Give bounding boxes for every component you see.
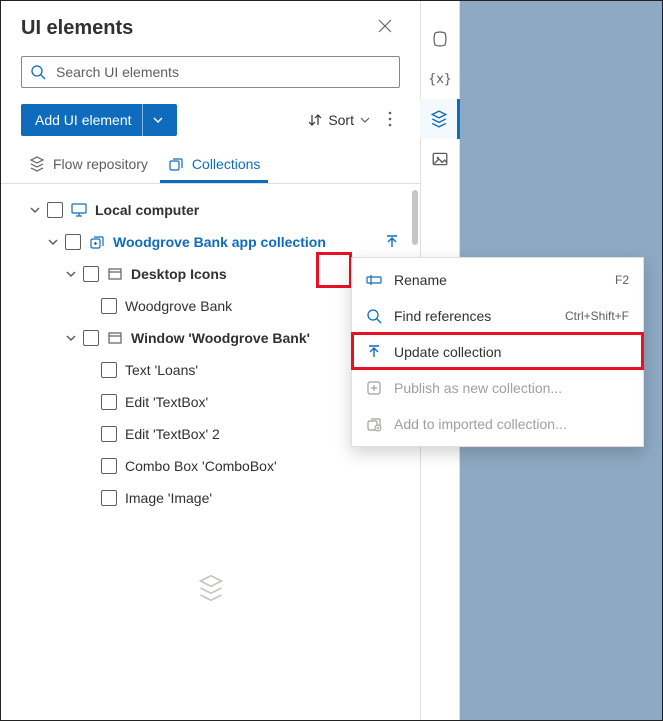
chevron-down-icon	[360, 115, 370, 125]
checkbox[interactable]	[101, 426, 117, 442]
checkbox[interactable]	[83, 330, 99, 346]
checkbox[interactable]	[65, 234, 81, 250]
tree-label: Image 'Image'	[125, 490, 212, 506]
search-input[interactable]	[54, 63, 391, 81]
menu-label: Find references	[394, 308, 553, 324]
empty-stack-icon	[1, 514, 420, 602]
tree-label: Text 'Loans'	[125, 362, 198, 378]
search-icon	[30, 64, 46, 80]
tree-label: Woodgrove Bank	[125, 298, 232, 314]
chevron-down-icon	[66, 269, 76, 279]
expand-toggle[interactable]	[27, 202, 43, 218]
menu-label: Update collection	[394, 344, 629, 360]
menu-shortcut: F2	[615, 273, 629, 287]
tree-leaf[interactable]: Combo Box 'ComboBox'	[1, 450, 420, 482]
tree-node-root[interactable]: Local computer	[1, 194, 420, 226]
tab-label: Collections	[192, 156, 260, 172]
tree-leaf[interactable]: Image 'Image'	[1, 482, 420, 514]
upload-icon	[384, 234, 400, 250]
chevron-down-icon	[153, 115, 163, 125]
strip-images-button[interactable]	[420, 139, 460, 179]
more-actions-button[interactable]	[380, 107, 400, 134]
rename-icon	[366, 272, 382, 288]
sort-icon	[308, 113, 322, 127]
more-vertical-icon	[388, 111, 392, 127]
checkbox[interactable]	[101, 458, 117, 474]
strip-layers-button[interactable]	[420, 99, 460, 139]
checkbox[interactable]	[101, 490, 117, 506]
menu-shortcut: Ctrl+Shift+F	[565, 309, 629, 323]
update-collection-inline-button[interactable]	[376, 226, 408, 258]
menu-find-references[interactable]: Find references Ctrl+Shift+F	[352, 298, 643, 334]
expand-toggle[interactable]	[45, 234, 61, 250]
checkbox[interactable]	[101, 362, 117, 378]
expand-toggle[interactable]	[63, 330, 79, 346]
add-ui-element-label: Add UI element	[35, 112, 132, 128]
tree-label: Local computer	[95, 202, 199, 218]
scrollbar[interactable]	[412, 190, 418, 245]
chevron-down-icon	[66, 333, 76, 343]
tab-collections[interactable]: Collections	[160, 146, 268, 183]
panel-header: UI elements	[1, 1, 420, 50]
repository-icon	[29, 156, 45, 172]
tree-label: Edit 'TextBox'	[125, 394, 208, 410]
tree-label: Combo Box 'ComboBox'	[125, 458, 277, 474]
menu-label: Publish as new collection...	[394, 380, 629, 396]
layers-icon	[430, 110, 448, 128]
strip-variables-button[interactable]: {x}	[420, 59, 460, 99]
image-icon	[431, 150, 449, 168]
collection-icon	[89, 234, 105, 250]
tree-label: Desktop Icons	[131, 266, 227, 282]
window-icon	[107, 266, 123, 282]
chevron-down-icon	[48, 237, 58, 247]
collections-icon	[168, 156, 184, 172]
close-button[interactable]	[370, 15, 400, 42]
tree-label: Window 'Woodgrove Bank'	[131, 330, 310, 346]
menu-label: Rename	[394, 272, 603, 288]
copilot-icon	[431, 30, 449, 48]
monitor-icon	[71, 202, 87, 218]
plus-box-icon	[366, 380, 382, 396]
tabs: Flow repository Collections	[1, 146, 420, 184]
menu-publish-new-collection: Publish as new collection...	[352, 370, 643, 406]
context-menu: Rename F2 Find references Ctrl+Shift+F U…	[351, 257, 644, 447]
menu-label: Add to imported collection...	[394, 416, 629, 432]
menu-update-collection[interactable]: Update collection	[352, 334, 643, 370]
sort-label: Sort	[328, 112, 354, 128]
search-icon	[366, 308, 382, 324]
tree-node-collection[interactable]: Woodgrove Bank app collection	[1, 226, 420, 258]
tree-label: Woodgrove Bank app collection	[113, 234, 326, 250]
chevron-down-icon	[30, 205, 40, 215]
add-split-chevron[interactable]	[142, 104, 173, 136]
window-icon	[107, 330, 123, 346]
checkbox[interactable]	[47, 202, 63, 218]
tree-label: Edit 'TextBox' 2	[125, 426, 220, 442]
upload-icon	[366, 344, 382, 360]
expand-toggle[interactable]	[63, 266, 79, 282]
checkbox[interactable]	[83, 266, 99, 282]
add-ui-element-button[interactable]: Add UI element	[21, 104, 177, 136]
close-icon	[378, 19, 392, 33]
tab-flow-repository[interactable]: Flow repository	[21, 146, 156, 183]
menu-add-to-imported: Add to imported collection...	[352, 406, 643, 442]
checkbox[interactable]	[101, 394, 117, 410]
checkbox[interactable]	[101, 298, 117, 314]
tab-label: Flow repository	[53, 156, 148, 172]
sort-button[interactable]: Sort	[302, 108, 376, 132]
search-input-wrapper[interactable]	[21, 56, 400, 88]
strip-copilot-button[interactable]	[420, 19, 460, 59]
panel-title: UI elements	[21, 17, 133, 40]
menu-rename[interactable]: Rename F2	[352, 262, 643, 298]
collection-add-icon	[366, 416, 382, 432]
